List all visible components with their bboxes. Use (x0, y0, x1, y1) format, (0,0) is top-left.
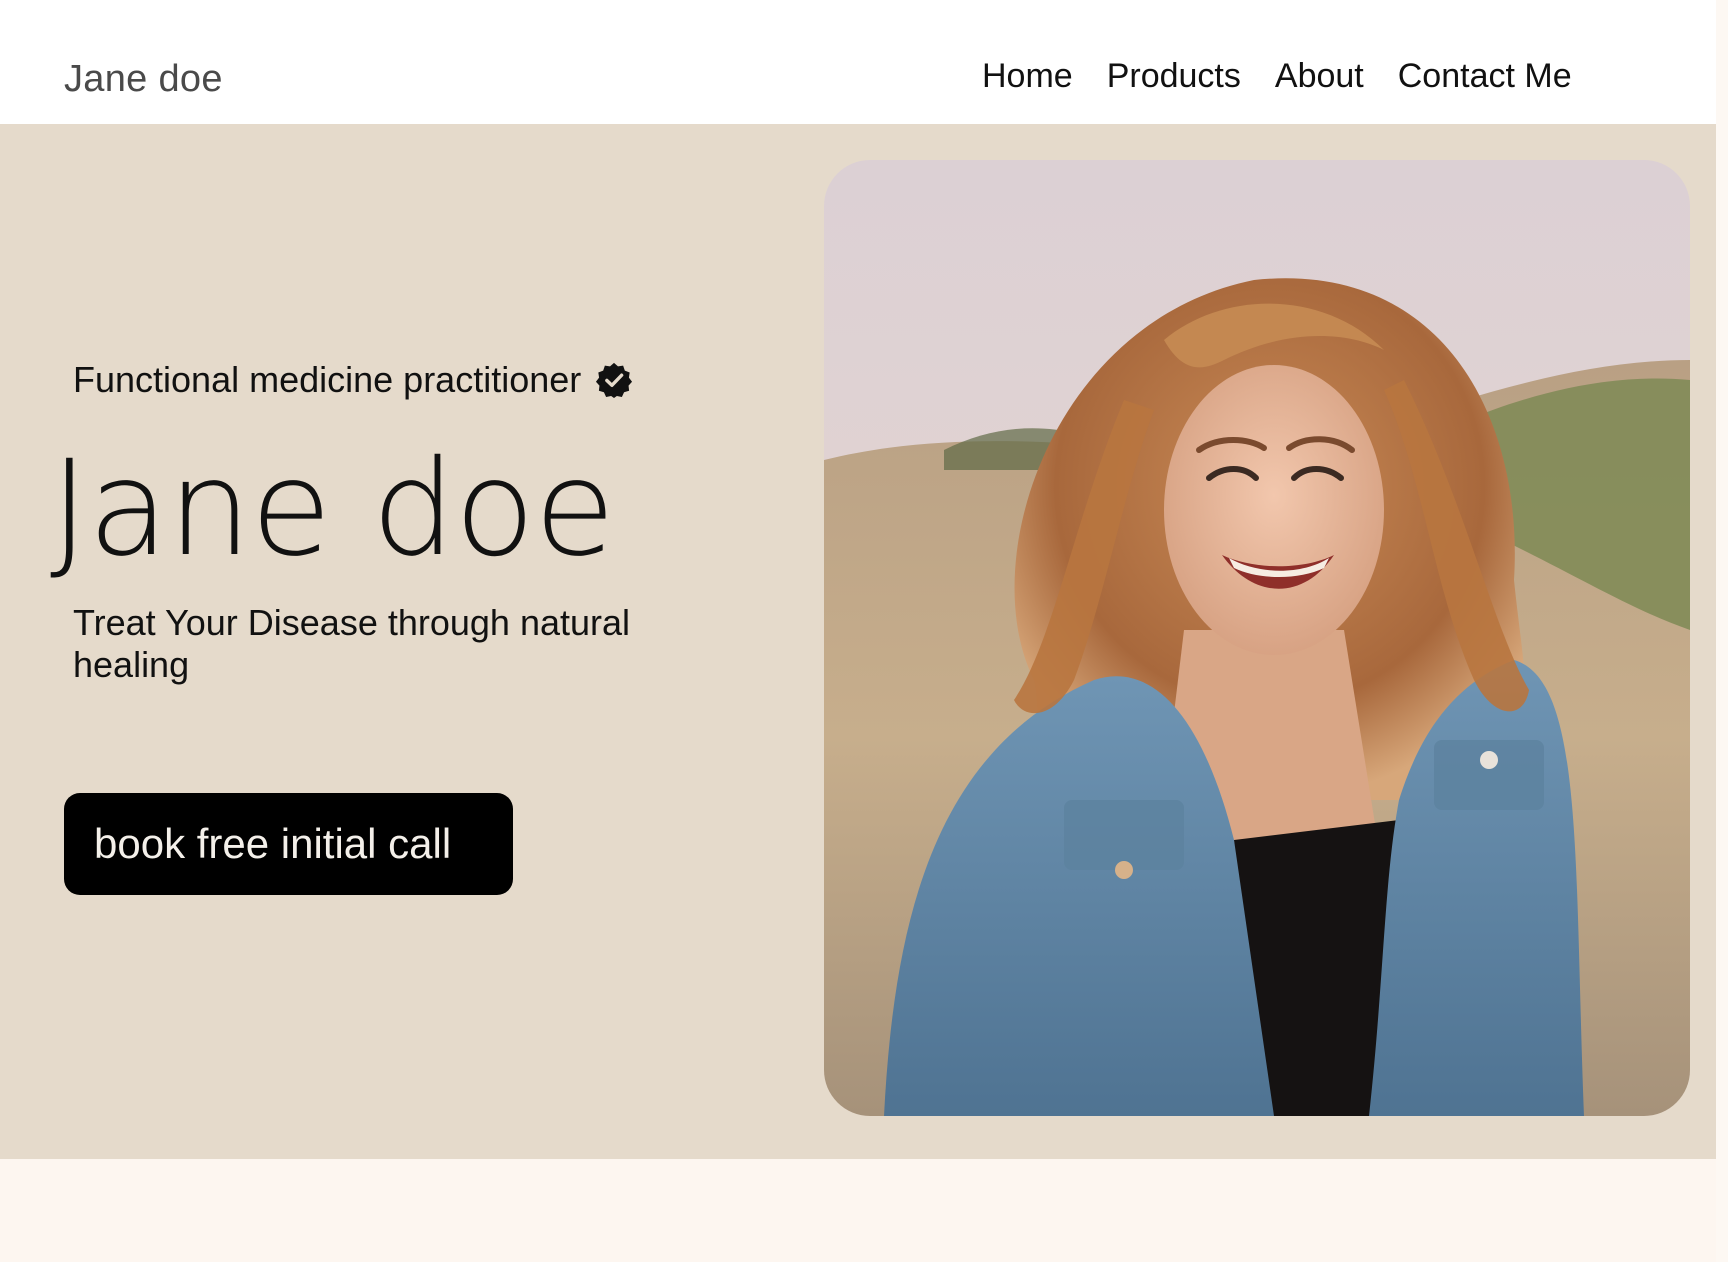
subtitle-row: Functional medicine practitioner (73, 358, 633, 402)
hero-title: Jane doe (50, 432, 615, 586)
nav-products-link[interactable]: Products (1107, 54, 1241, 98)
hero-subtitle: Functional medicine practitioner (73, 359, 582, 400)
verified-badge-icon (595, 361, 633, 399)
hero-section: Functional medicine practitioner Jane do… (0, 124, 1716, 1159)
next-section (0, 1159, 1716, 1262)
site-header: Jane doe Home Products About Contact Me (0, 0, 1716, 124)
nav-home-link[interactable]: Home (982, 54, 1073, 98)
nav-contact-link[interactable]: Contact Me (1398, 54, 1572, 98)
page: Jane doe Home Products About Contact Me … (0, 0, 1728, 1262)
portrait-image (824, 160, 1690, 1116)
brand-logo-text[interactable]: Jane doe (64, 56, 223, 102)
book-call-button[interactable]: book free initial call (64, 793, 513, 895)
hero-tagline: Treat Your Disease through natural heali… (73, 602, 631, 685)
page-edge-strip (1716, 0, 1728, 1262)
nav-about-link[interactable]: About (1275, 54, 1364, 98)
main-nav: Home Products About Contact Me (982, 54, 1572, 98)
